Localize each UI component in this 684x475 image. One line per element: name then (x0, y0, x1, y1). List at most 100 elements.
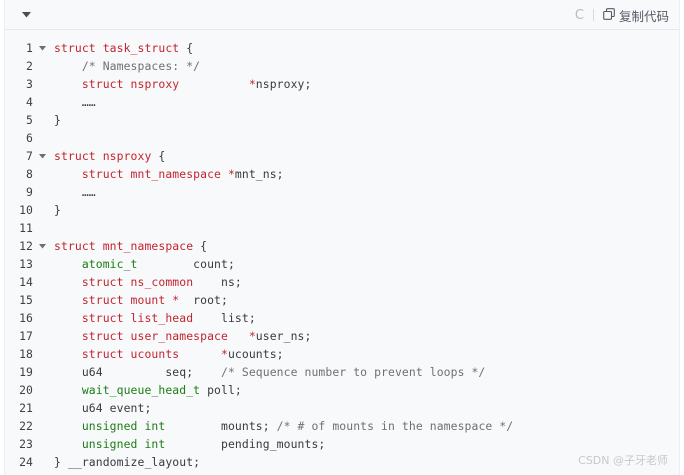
code-line: 16 struct list_head list; (5, 309, 679, 327)
line-number: 4 (26, 95, 33, 109)
code-token: /* Namespaces: */ (81, 59, 201, 73)
code-token: user_ns; (255, 329, 312, 343)
code-line: 4 …… (5, 93, 679, 111)
code-token: count; (137, 257, 235, 271)
code-token: } __randomize_layout; (54, 455, 201, 469)
line-number: 11 (19, 221, 33, 235)
code-line: 19 u64 seq; /* Sequence number to preven… (5, 363, 679, 381)
code-text: /* Namespaces: */ (54, 57, 200, 75)
code-token: struct mount * (81, 293, 194, 307)
line-number: 6 (26, 131, 33, 145)
code-line: 13 atomic_t count; (5, 255, 679, 273)
code-token: …… (54, 95, 96, 109)
code-token: u64 event; (54, 401, 152, 415)
code-line: 17 struct user_namespace *user_ns; (5, 327, 679, 345)
code-line: 21 u64 event; (5, 399, 679, 417)
code-token: { (186, 41, 194, 55)
code-token: { (200, 239, 208, 253)
line-number: 9 (26, 185, 33, 199)
code-text: struct ucounts *ucounts; (54, 345, 284, 363)
code-token: ns; (221, 275, 242, 289)
code-token: struct task_struct (54, 41, 187, 55)
code-text: struct ns_common ns; (54, 273, 242, 291)
code-line: 18 struct ucounts *ucounts; (5, 345, 679, 363)
collapse-chevron-icon[interactable] (19, 8, 33, 22)
code-lines[interactable]: 1 struct task_struct {2 /* Namespaces: */… (5, 39, 679, 471)
code-line: 3 struct nsproxy *nsproxy; (5, 75, 679, 93)
code-line: 14 struct ns_common ns; (5, 273, 679, 291)
code-text: } (54, 111, 61, 129)
line-number: 22 (19, 419, 33, 433)
code-text: struct nsproxy { (54, 147, 165, 165)
code-line: 15 struct mount * root; (5, 291, 679, 309)
line-number: 3 (26, 77, 33, 91)
code-line: 10} (5, 201, 679, 219)
code-line: 6 (5, 129, 679, 147)
watermark: CSDN @子牙老师 (578, 454, 668, 467)
fold-arrow-icon[interactable] (37, 237, 47, 255)
code-token: struct mnt_namespace * (81, 167, 235, 181)
fold-arrow-icon[interactable] (37, 147, 47, 165)
code-token: struct nsproxy (54, 149, 159, 163)
code-line: 12 struct mnt_namespace { (5, 237, 679, 255)
code-token: list; (221, 311, 256, 325)
code-line: 11 (5, 219, 679, 237)
code-text: struct user_namespace *user_ns; (54, 327, 312, 345)
code-token: } (54, 113, 61, 127)
line-number: 7 (26, 149, 33, 163)
code-token: pending_mounts; (165, 437, 326, 451)
code-token: ucounts; (227, 347, 284, 361)
line-number: 23 (19, 437, 33, 451)
code-text: wait_queue_head_t poll; (54, 381, 242, 399)
code-text: u64 seq; /* Sequence number to prevent l… (54, 363, 485, 381)
line-number: 10 (19, 203, 33, 217)
code-text: struct task_struct { (54, 39, 193, 57)
run-icon[interactable]: C (575, 8, 584, 23)
line-number: 16 (19, 311, 33, 325)
code-text: struct mnt_namespace { (54, 237, 207, 255)
code-token: /* Sequence number to prevent loops */ (221, 365, 486, 379)
code-token: u64 seq; (54, 365, 221, 379)
copy-code-label: 复制代码 (618, 8, 669, 24)
line-number: 15 (19, 293, 33, 307)
code-token: nsproxy; (255, 77, 312, 91)
code-text: struct mount * root; (54, 291, 228, 309)
code-token: poll; (200, 383, 242, 397)
code-token: struct user_namespace * (81, 329, 256, 343)
code-token: struct nsproxy * (81, 77, 256, 91)
code-token: root; (193, 293, 228, 307)
code-line: 7 struct nsproxy { (5, 147, 679, 165)
code-toolbar: C 复制代码 (5, 0, 679, 30)
line-number: 24 (19, 455, 33, 469)
code-token: unsigned int (81, 437, 166, 451)
code-token: wait_queue_head_t (81, 383, 201, 397)
code-text: u64 event; (54, 399, 151, 417)
line-number: 2 (26, 59, 33, 73)
code-text: } __randomize_layout; (54, 453, 200, 471)
code-token: { (158, 149, 166, 163)
code-line: 23 unsigned int pending_mounts; (5, 435, 679, 453)
line-number: 14 (19, 275, 33, 289)
code-token: mnt_ns; (234, 167, 284, 181)
line-number: 12 (19, 239, 33, 253)
toolbar-actions: C 复制代码 (575, 0, 669, 30)
code-text: } (54, 201, 61, 219)
line-number: 8 (26, 167, 33, 181)
code-token: unsigned int (81, 419, 166, 433)
line-number: 20 (19, 383, 33, 397)
code-line: 2 /* Namespaces: */ (5, 57, 679, 75)
line-number: 13 (19, 257, 33, 271)
fold-arrow-icon[interactable] (37, 39, 47, 57)
copy-code-button[interactable]: 复制代码 (603, 6, 669, 25)
code-token: struct list_head (81, 311, 221, 325)
code-text: atomic_t count; (54, 255, 235, 273)
toolbar-divider (592, 9, 594, 21)
code-line: 9 …… (5, 183, 679, 201)
line-number: 18 (19, 347, 33, 361)
code-text: …… (54, 183, 96, 201)
code-text: unsigned int mounts; /* # of mounts in t… (54, 417, 513, 435)
